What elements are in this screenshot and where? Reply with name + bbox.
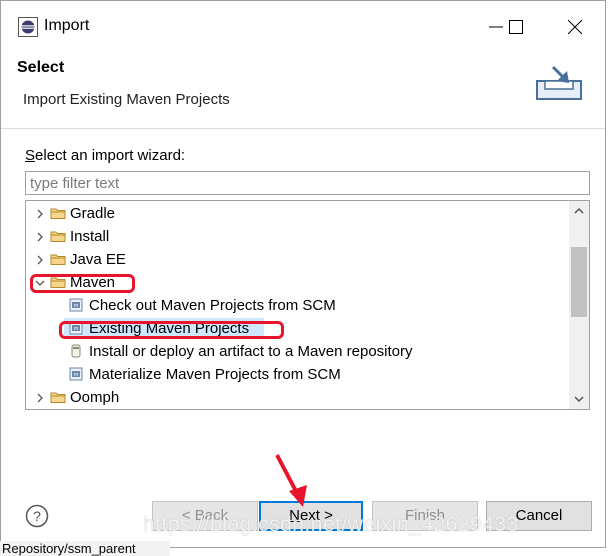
chevron-right-icon[interactable]	[34, 386, 46, 409]
folder-icon	[50, 251, 66, 267]
maximize-icon	[509, 20, 523, 34]
tree-item-label: Oomph	[70, 389, 120, 406]
tree-item[interactable]: Java EE	[26, 248, 570, 271]
tree-item[interactable]: Oomph	[26, 386, 570, 409]
back-button[interactable]: < Back	[152, 501, 258, 531]
svg-text:?: ?	[33, 508, 41, 524]
page-title: Select	[17, 59, 65, 76]
chevron-right-icon[interactable]	[34, 225, 46, 248]
tree-item[interactable]: m Materialize Maven Projects from SCM	[26, 363, 570, 386]
tree-item-label: Check out Maven Projects from SCM	[89, 297, 336, 314]
tree-item[interactable]: m Existing Maven Projects	[26, 317, 570, 340]
scroll-thumb[interactable]	[571, 247, 587, 317]
folder-icon	[50, 205, 66, 221]
svg-text:m: m	[74, 326, 78, 332]
help-icon[interactable]: ?	[25, 504, 49, 528]
scroll-up-button[interactable]	[569, 201, 589, 221]
tree-item-label: Existing Maven Projects	[89, 320, 250, 337]
artifact-icon	[68, 343, 84, 359]
finish-button[interactable]: Finish	[372, 501, 478, 531]
wizard-tree[interactable]: Gradle Install Java EE Maven m Check out Mave…	[25, 200, 590, 410]
eclipse-icon	[18, 17, 38, 37]
tree-item[interactable]: m Check out Maven Projects from SCM	[26, 294, 570, 317]
import-dialog: Import Select Import Existing Maven Proj…	[0, 0, 606, 548]
chevron-right-icon[interactable]	[34, 202, 46, 225]
svg-text:m: m	[74, 303, 78, 309]
maven-project-icon: m	[68, 366, 84, 382]
maximize-button[interactable]	[496, 11, 536, 43]
tree-item-label: Materialize Maven Projects from SCM	[89, 366, 341, 383]
tree-item-label: Install	[70, 228, 110, 245]
tree-item[interactable]: Maven	[26, 271, 570, 294]
maven-project-icon: m	[68, 320, 84, 336]
wizard-label: Select an import wizard:	[25, 147, 186, 164]
title-bar: Import	[1, 1, 605, 53]
close-icon	[568, 20, 582, 34]
tree-item[interactable]: Gradle	[26, 202, 570, 225]
cancel-button[interactable]: Cancel	[486, 501, 592, 531]
chevron-down-icon[interactable]	[34, 271, 46, 294]
folder-icon	[50, 228, 66, 244]
tree-item-label: Maven	[70, 274, 116, 291]
folder-icon	[50, 274, 66, 290]
maven-project-icon: m	[68, 297, 84, 313]
import-wizard-icon	[536, 65, 582, 100]
chevron-up-icon	[574, 207, 584, 214]
svg-text:m: m	[74, 372, 78, 378]
tree-scrollbar[interactable]	[569, 201, 589, 409]
chevron-right-icon[interactable]	[34, 248, 46, 271]
tree-item-label: Install or deploy an artifact to a Maven…	[89, 343, 413, 360]
folder-icon	[50, 389, 66, 405]
close-button[interactable]	[555, 11, 595, 43]
next-button[interactable]: Next >	[259, 501, 363, 531]
filter-input[interactable]	[25, 171, 590, 195]
scroll-down-button[interactable]	[569, 389, 589, 409]
tree-item[interactable]: Install	[26, 225, 570, 248]
tree-item-label: Java EE	[70, 251, 126, 268]
tree-item-label: Gradle	[70, 205, 116, 222]
background-window-text: Repository/ssm_parent	[0, 541, 170, 556]
tree-item[interactable]: Install or deploy an artifact to a Maven…	[26, 340, 570, 363]
page-subtitle: Import Existing Maven Projects	[23, 91, 230, 108]
chevron-down-icon	[574, 396, 584, 403]
wizard-header: Select Import Existing Maven Projects	[1, 53, 605, 129]
window-title: Import	[44, 17, 90, 34]
